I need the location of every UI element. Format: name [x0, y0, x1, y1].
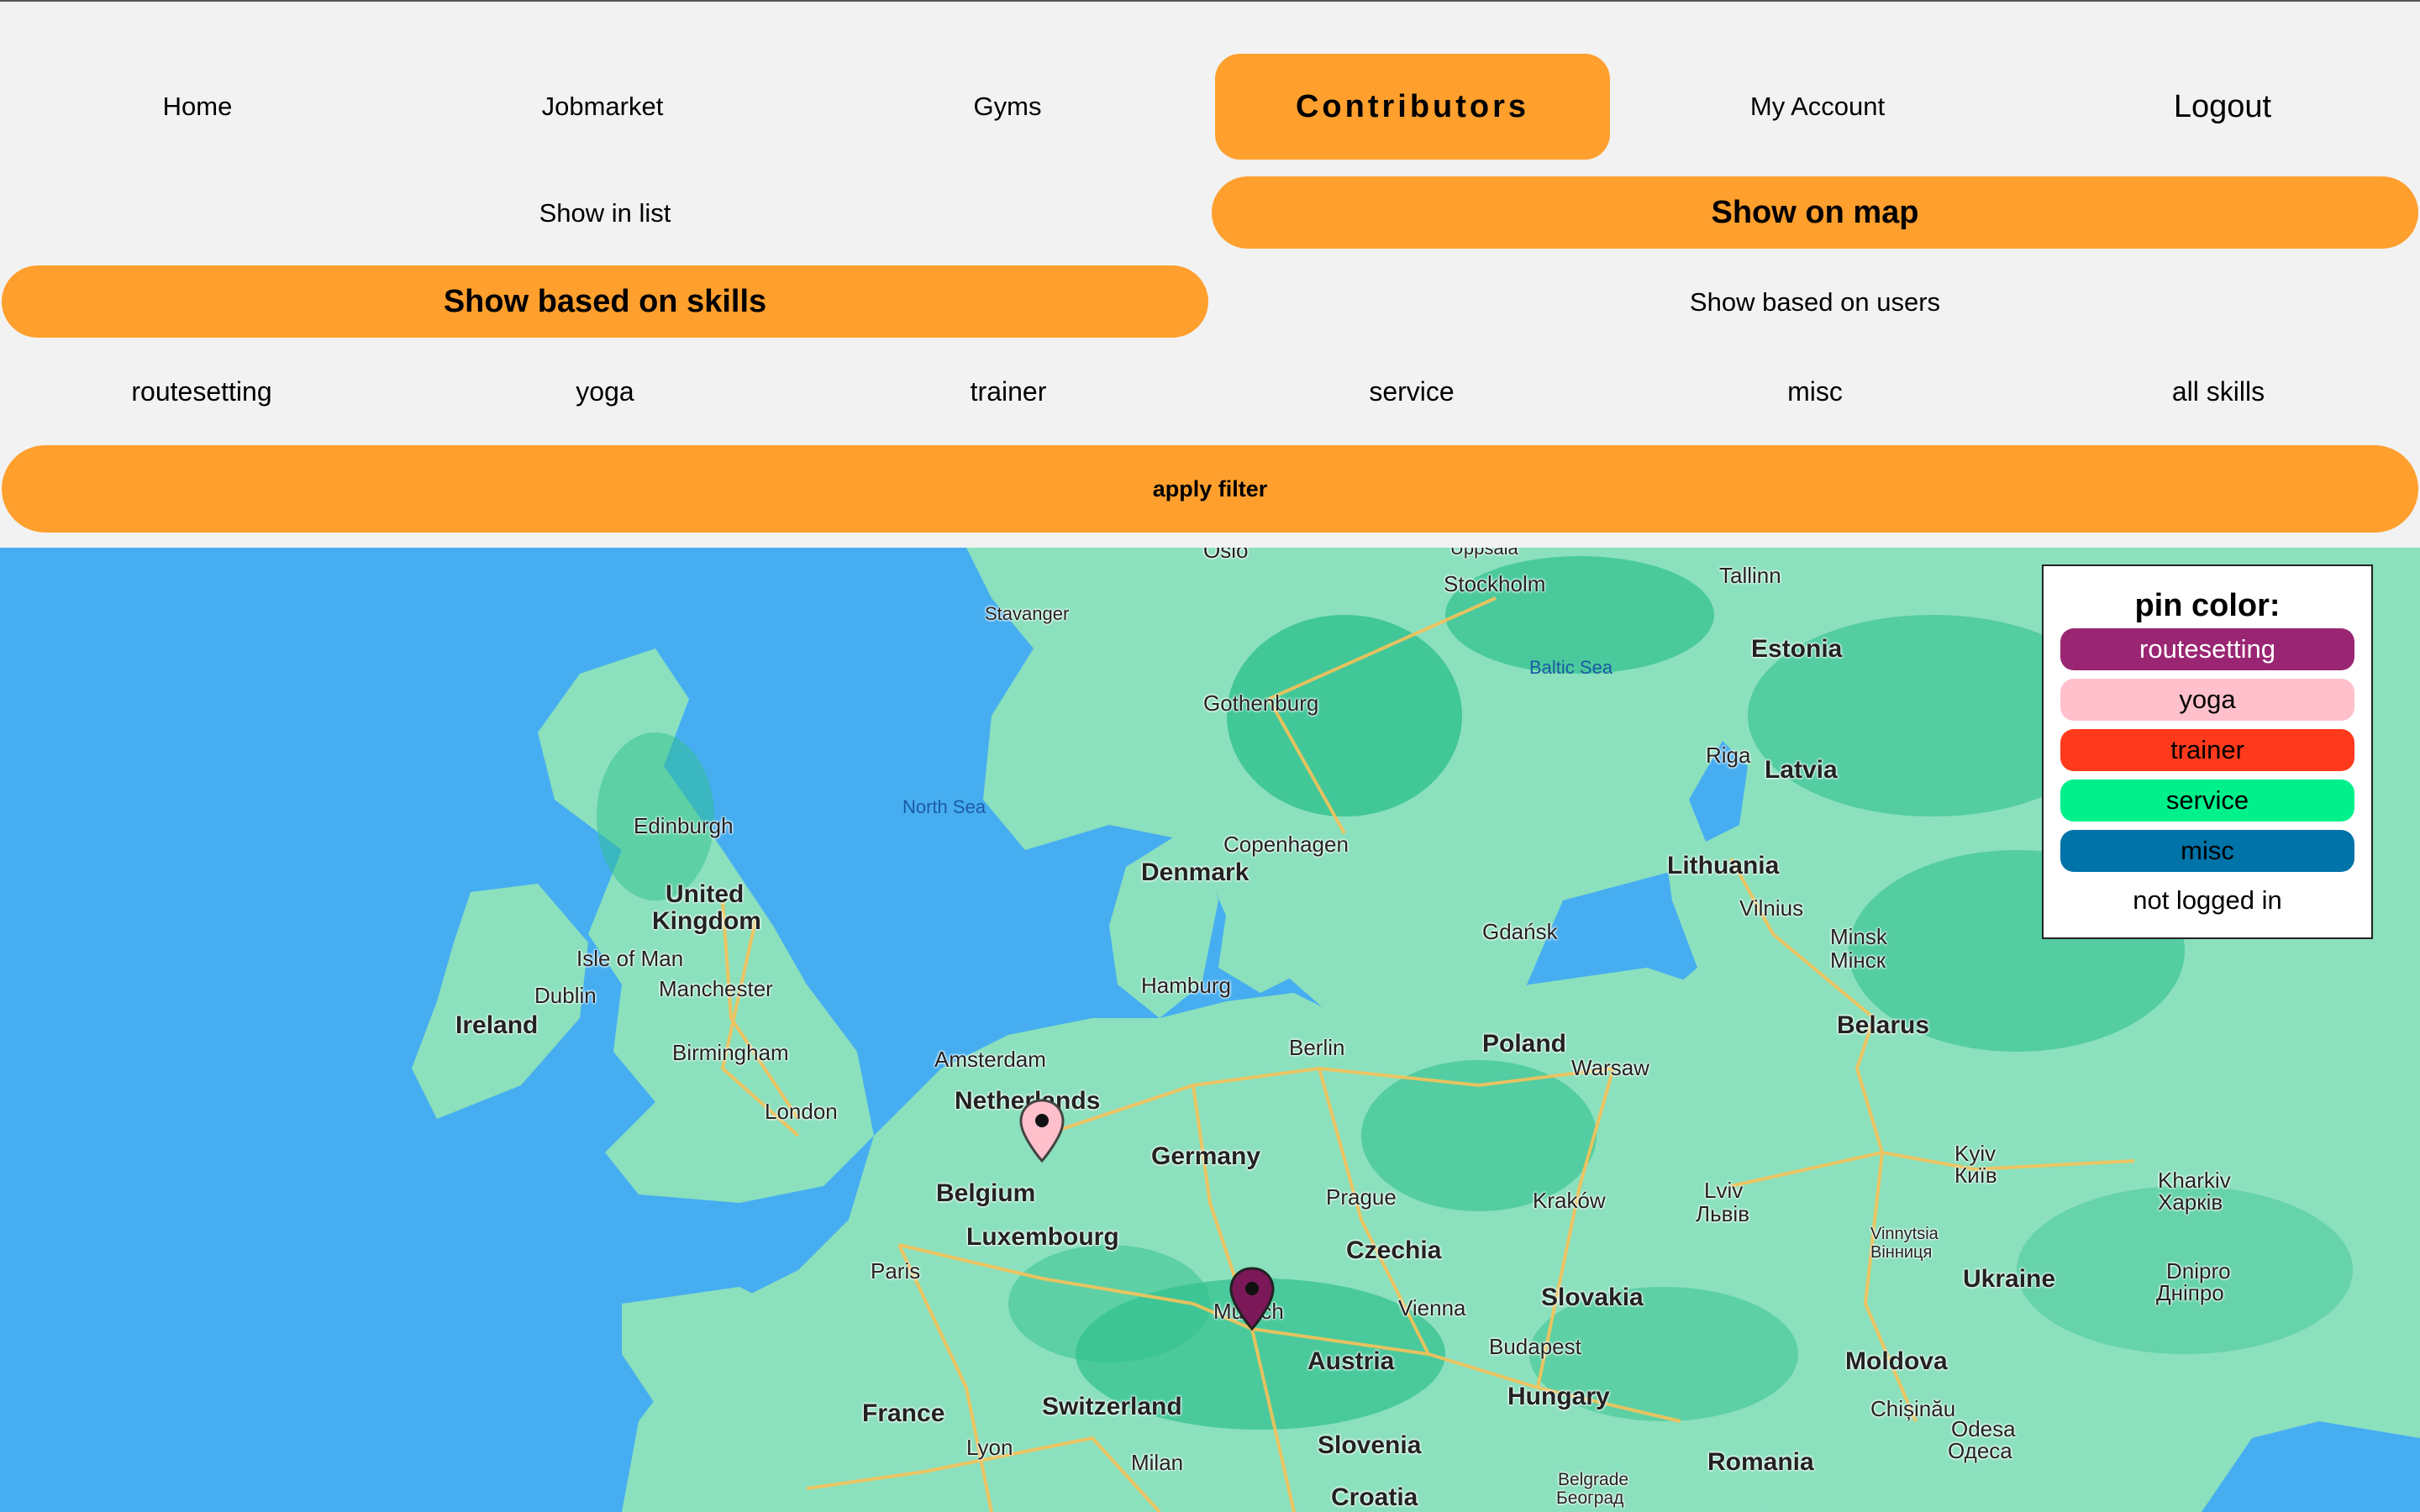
map-label-slovenia: Slovenia: [1318, 1431, 1422, 1459]
map-label-czechia: Czechia: [1346, 1236, 1442, 1264]
nav-jobmarket[interactable]: Jobmarket: [405, 54, 800, 160]
map-label-warsaw: Warsaw: [1571, 1055, 1649, 1080]
legend-item-trainer: trainer: [2060, 729, 2354, 771]
map-pin-yoga[interactable]: [1018, 1099, 1065, 1164]
map-label-hungary: Hungary: [1507, 1383, 1610, 1410]
map-label-lithuania: Lithuania: [1667, 852, 1780, 879]
map-label-copenhagen: Copenhagen: [1223, 832, 1349, 857]
map-label-north-sea: North Sea: [902, 796, 986, 817]
map-label-estonia: Estonia: [1751, 635, 1843, 663]
map-label-lviv-cyrillic: Львів: [1696, 1201, 1750, 1226]
map-label-minsk-cyrillic: Мінск: [1830, 948, 1886, 973]
legend-item-misc: misc: [2060, 830, 2354, 872]
map-label-paris: Paris: [871, 1258, 921, 1284]
map-label-gdansk: Gdańsk: [1482, 919, 1558, 944]
map-label-isle-of-man: Isle of Man: [576, 946, 684, 971]
skill-filter-trainer[interactable]: trainer: [807, 363, 1210, 420]
show-based-on-skills-button[interactable]: Show based on skills: [2, 265, 1208, 338]
map-label-poland: Poland: [1482, 1030, 1567, 1058]
apply-filter-button[interactable]: apply filter: [2, 445, 2418, 533]
legend-not-logged-in: not logged in: [2133, 885, 2282, 915]
map-label-vinnytsia: Vinnytsia: [1870, 1225, 1939, 1243]
show-based-on-users-button[interactable]: Show based on users: [1210, 267, 2420, 338]
map-label-belgrade-cyrillic: Београд: [1556, 1488, 1624, 1508]
map-label-luxembourg: Luxembourg: [966, 1223, 1119, 1251]
map-label-kingdom: Kingdom: [652, 907, 761, 935]
legend-item-routesetting: routesetting: [2060, 628, 2354, 670]
pin-color-legend: pin color: routesetting yoga trainer ser…: [2042, 564, 2373, 939]
skill-filter-all-skills[interactable]: all skills: [2017, 363, 2420, 420]
map-label-ireland: Ireland: [455, 1011, 539, 1039]
map-label-oslo: Oslo: [1203, 548, 1249, 563]
map-label-stockholm: Stockholm: [1444, 571, 1546, 596]
map-label-milan: Milan: [1131, 1450, 1184, 1475]
legend-title: pin color:: [2134, 588, 2281, 623]
map-label-romania: Romania: [1707, 1448, 1814, 1476]
map-label-odesa-cyrillic: Одеса: [1948, 1438, 2012, 1463]
map-label-vilnius: Vilnius: [1739, 895, 1804, 921]
legend-item-yoga: yoga: [2060, 679, 2354, 721]
map-label-budapest: Budapest: [1489, 1334, 1581, 1359]
main-nav: Home Jobmarket Gyms Contributors My Acco…: [0, 54, 2420, 160]
map-label-tallinn: Tallinn: [1719, 563, 1781, 588]
map-label-dnipro-cyrillic: Дніпро: [2156, 1280, 2224, 1305]
map-label-hamburg: Hamburg: [1141, 973, 1231, 998]
map-label-france: France: [862, 1399, 945, 1427]
map-label-edinburgh: Edinburgh: [634, 813, 734, 838]
map-label-ukraine: Ukraine: [1963, 1265, 2056, 1293]
map-label-united: United: [666, 880, 744, 908]
skill-filter-routesetting[interactable]: routesetting: [0, 363, 403, 420]
skill-filter-service[interactable]: service: [1210, 363, 1613, 420]
map-label-riga: Riga: [1706, 743, 1751, 768]
map-label-austria: Austria: [1307, 1347, 1395, 1375]
map-label-uppsala: Uppsala: [1450, 548, 1518, 559]
map-label-stavanger: Stavanger: [985, 603, 1070, 624]
map-label-kyiv-cyrillic: Київ: [1954, 1163, 1997, 1188]
map-label-kharkiv-cyrillic: Харків: [2158, 1189, 2223, 1215]
map-pin-routesetting[interactable]: [1228, 1267, 1276, 1332]
map-label-prague: Prague: [1326, 1184, 1397, 1210]
show-on-map-button[interactable]: Show on map: [1212, 176, 2418, 249]
map-label-chisinau: Chișinău: [1870, 1396, 1956, 1421]
window-top-border: [0, 0, 2420, 2]
nav-gyms[interactable]: Gyms: [810, 54, 1205, 160]
map-label-gothenburg: Gothenburg: [1203, 690, 1319, 716]
show-in-list-button[interactable]: Show in list: [0, 178, 1210, 249]
map-label-slovakia: Slovakia: [1541, 1284, 1644, 1311]
map-label-lviv: Lviv: [1704, 1178, 1744, 1203]
map-label-amsterdam: Amsterdam: [934, 1047, 1046, 1072]
map-label-belgrade: Belgrade: [1558, 1470, 1629, 1489]
map-label-vinnytsia-cyrillic: Вінниця: [1870, 1243, 1933, 1262]
map-label-lyon: Lyon: [966, 1435, 1013, 1460]
map-label-london: London: [765, 1099, 838, 1124]
map-label-switzerland: Switzerland: [1042, 1393, 1182, 1420]
map-label-belarus: Belarus: [1837, 1011, 1930, 1039]
map-label-manchester: Manchester: [659, 976, 773, 1001]
map-label-baltic-sea: Baltic Sea: [1529, 657, 1613, 678]
map-label-vienna: Vienna: [1398, 1295, 1466, 1320]
map-label-croatia: Croatia: [1331, 1483, 1418, 1511]
map-label-latvia: Latvia: [1765, 756, 1838, 784]
map-label-dublin: Dublin: [534, 983, 597, 1008]
nav-home[interactable]: Home: [0, 54, 395, 160]
map-label-belgium: Belgium: [936, 1179, 1036, 1207]
legend-item-service: service: [2060, 780, 2354, 822]
nav-my-account[interactable]: My Account: [1620, 54, 2015, 160]
skill-filter-misc[interactable]: misc: [1613, 363, 2017, 420]
nav-logout[interactable]: Logout: [2025, 54, 2420, 160]
skill-filter-yoga[interactable]: yoga: [403, 363, 807, 420]
map-label-birmingham: Birmingham: [672, 1040, 789, 1065]
map-label-germany: Germany: [1151, 1142, 1261, 1170]
map-label-moldova: Moldova: [1845, 1347, 1948, 1375]
map-label-krakow: Kraków: [1533, 1188, 1606, 1213]
map-label-minsk: Minsk: [1830, 924, 1887, 949]
map-label-denmark: Denmark: [1141, 858, 1249, 886]
map-label-berlin: Berlin: [1289, 1035, 1345, 1060]
nav-contributors[interactable]: Contributors: [1215, 54, 1610, 160]
